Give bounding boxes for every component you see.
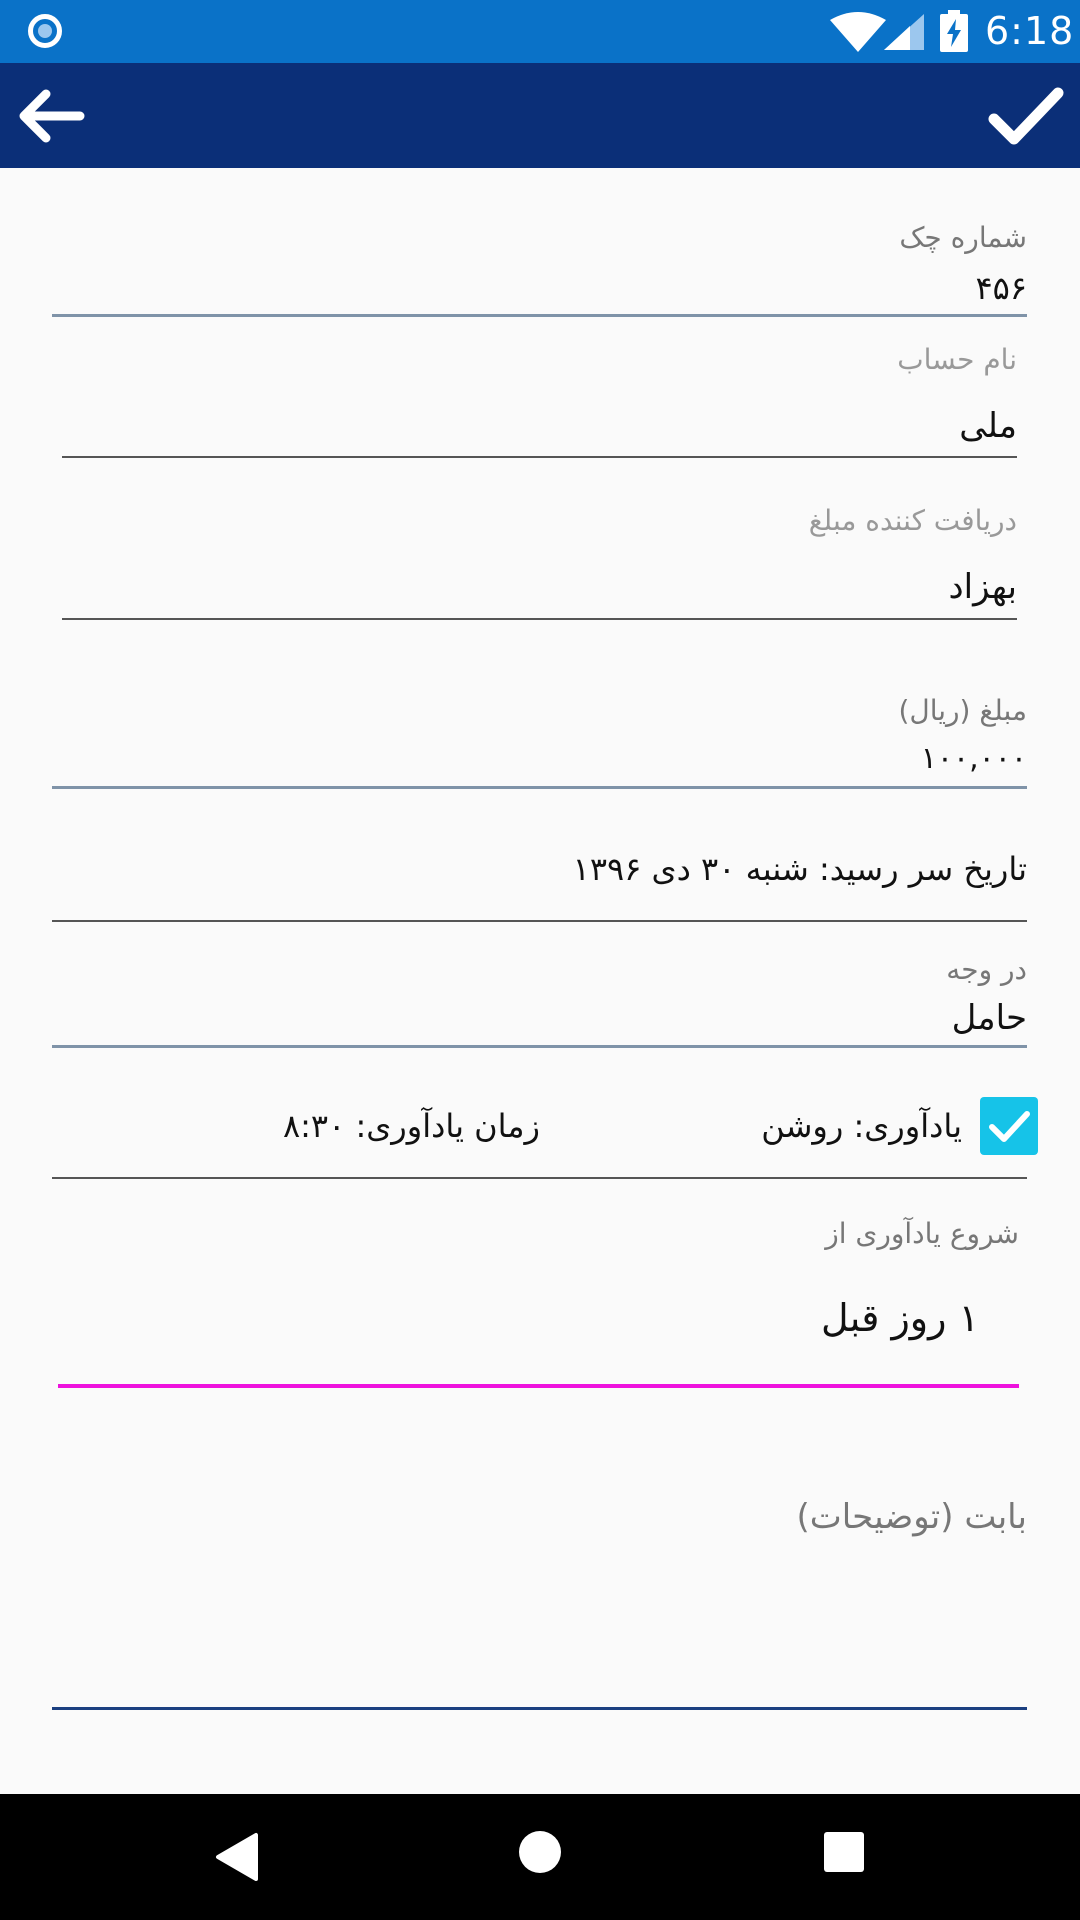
due-date-text: تاریخ سر رسید: شنبه ۳۰ دی ۱۳۹۶ [572, 850, 1027, 888]
battery-charging-icon [940, 10, 968, 52]
nav-home-icon[interactable] [519, 1831, 561, 1873]
check-number-underline [52, 314, 1027, 317]
status-time: 6:18 [985, 9, 1075, 53]
amount-value: ۱۰۰,۰۰۰ [920, 741, 1027, 776]
payee-label: دریافت کننده مبلغ [808, 504, 1017, 537]
payee-underline [62, 618, 1017, 620]
reminder-start-dropdown[interactable]: شروع یادآوری از ۱ روز قبل [58, 1216, 1019, 1390]
reminder-start-label: شروع یادآوری از [825, 1217, 1019, 1250]
check-number-field[interactable]: شماره چک ۴۵۶ [52, 220, 1027, 320]
check-number-value: ۴۵۶ [975, 269, 1027, 307]
payable-to-value: حامل [951, 998, 1027, 1038]
amount-underline [52, 786, 1027, 789]
app-bar [0, 63, 1080, 168]
payable-to-underline [52, 1045, 1027, 1048]
back-arrow-icon[interactable] [14, 83, 86, 149]
cell-signal-icon [884, 14, 924, 50]
reminder-checkbox[interactable] [980, 1097, 1038, 1155]
payable-to-field[interactable]: در وجه حامل [52, 952, 1027, 1052]
navigation-bar [0, 1794, 1080, 1920]
amount-field[interactable]: مبلغ (ریال) ۱۰۰,۰۰۰ [52, 693, 1027, 793]
due-date-picker[interactable]: تاریخ سر رسید: شنبه ۳۰ دی ۱۳۹۶ [52, 845, 1027, 925]
reminder-underline [52, 1177, 1027, 1179]
check-number-label: شماره چک [899, 221, 1027, 254]
reminder-start-underline [58, 1384, 1019, 1388]
nav-back-icon[interactable] [212, 1831, 262, 1883]
reminder-start-value: ۱ روز قبل [820, 1296, 979, 1340]
due-date-underline [52, 920, 1027, 922]
description-field[interactable]: بابت (توضیحات) [52, 1495, 1027, 1715]
amount-label: مبلغ (ریال) [898, 694, 1027, 727]
account-name-label: نام حساب [897, 343, 1017, 376]
nav-recents-icon[interactable] [824, 1832, 864, 1872]
wifi-icon [830, 12, 886, 52]
notification-icon [28, 14, 62, 48]
check-icon [989, 1111, 1030, 1142]
reminder-time-text[interactable]: زمان یادآوری: ۸:۳۰ [283, 1105, 540, 1147]
reminder-status-text[interactable]: یادآوری: روشن [761, 1105, 962, 1147]
payee-value: بهزاد [948, 567, 1017, 607]
account-name-field[interactable]: نام حساب ملی [62, 342, 1017, 462]
payee-field[interactable]: دریافت کننده مبلغ بهزاد [62, 503, 1017, 623]
account-name-value: ملی [959, 406, 1017, 446]
description-placeholder: بابت (توضیحات) [796, 1497, 1027, 1537]
payable-to-label: در وجه [946, 953, 1027, 986]
checkmark-icon[interactable] [988, 83, 1064, 149]
status-bar: 6:18 [0, 0, 1080, 63]
description-underline [52, 1707, 1027, 1710]
account-name-underline [62, 456, 1017, 458]
